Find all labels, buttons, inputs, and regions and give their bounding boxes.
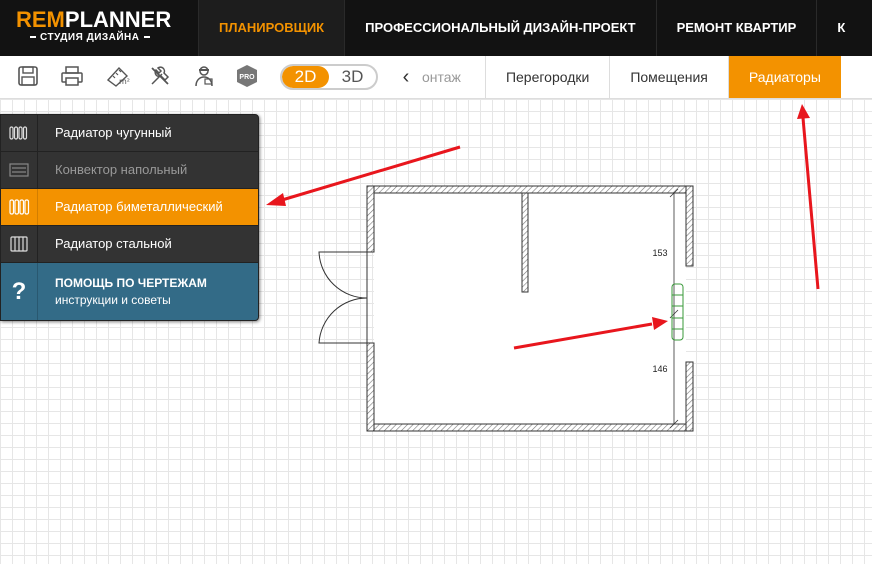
dimension-top-label: 153	[652, 248, 667, 258]
menu-item-steel-radiator[interactable]: Радиатор стальной	[1, 226, 258, 263]
menu-item-label: Конвектор напольный	[55, 162, 188, 177]
question-icon: ?	[1, 263, 38, 320]
floor-convector-icon	[1, 152, 38, 188]
help-subtitle: инструкции и советы	[55, 293, 171, 307]
menu-item-bimetal-radiator[interactable]: Радиатор биметаллический	[1, 189, 258, 226]
menu-item-label: Радиатор биметаллический	[55, 199, 223, 214]
room-area[interactable]	[374, 192, 686, 424]
steel-radiator-icon	[1, 226, 38, 262]
menu-item-cast-iron-radiator[interactable]: Радиатор чугунный	[1, 115, 258, 152]
menu-item-label: Радиатор стальной	[55, 236, 172, 251]
cast-iron-radiator-icon	[1, 115, 38, 151]
window-opening[interactable]	[686, 265, 693, 363]
door[interactable]	[318, 251, 368, 344]
radiator-menu: Радиатор чугунный Конвектор напольный Ра…	[0, 114, 259, 321]
menu-item-floor-convector[interactable]: Конвектор напольный	[1, 152, 258, 189]
dimension-bottom-label: 146	[652, 364, 667, 374]
bimetal-radiator-icon	[1, 189, 38, 225]
menu-item-label: Радиатор чугунный	[55, 125, 172, 140]
help-title: ПОМОЩЬ ПО ЧЕРТЕЖАМ	[55, 276, 207, 290]
help-drawings-link[interactable]: ? ПОМОЩЬ ПО ЧЕРТЕЖАМ инструкции и советы	[1, 263, 258, 320]
